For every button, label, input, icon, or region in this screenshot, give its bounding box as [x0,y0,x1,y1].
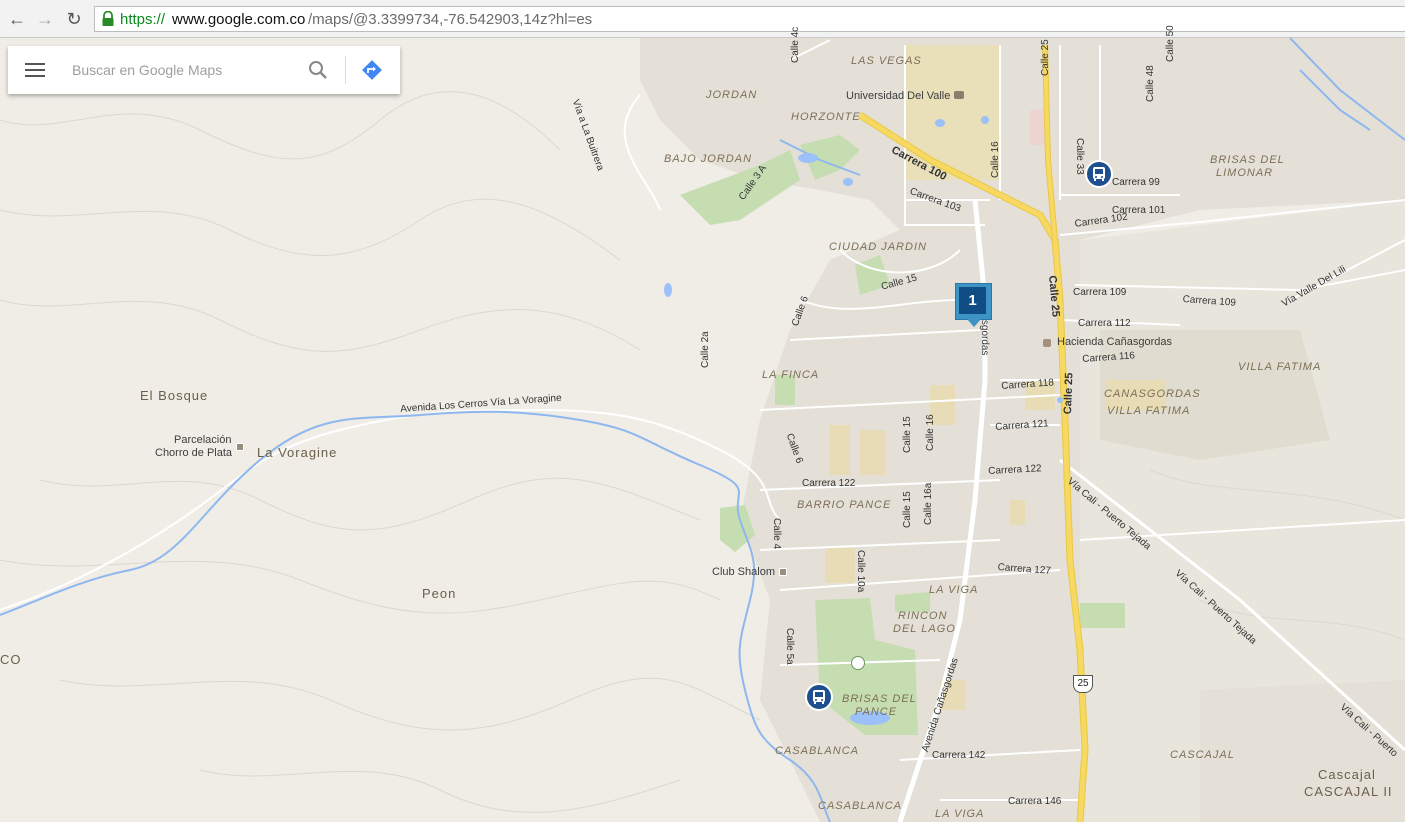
place-rincon: RINCON [898,610,948,622]
landmark-icon [1043,339,1051,347]
back-arrow-icon[interactable]: ← [6,8,28,30]
road-carrera-109: Carrera 109 [1073,287,1127,298]
highway-shield-25: 25 [1073,675,1093,693]
place-bajo-jordan: BAJO JORDAN [664,153,753,165]
lock-icon [102,11,114,26]
place-universidad: Universidad Del Valle [846,90,951,102]
place-peon: Peon [422,586,457,601]
url-host: www.google.com.co [172,11,306,28]
marker-pointer-icon [967,319,981,327]
place-la-voragine: La Voragine [257,445,338,460]
place-canasgordas: CANASGORDAS [1104,388,1201,400]
place-cascajal: CASCAJAL [1170,749,1235,761]
hamburger-menu-icon[interactable] [25,63,45,77]
road-calle-4c: Calle 4c [790,26,801,63]
place-cascajal-2: Cascajal [1318,767,1376,782]
road-calle-15b: Calle 15 [902,416,913,453]
road-calle-50: Calle 50 [1165,25,1176,62]
road-calle-15c: Calle 15 [902,491,913,528]
place-cascajal-ii: CASCAJAL II [1304,784,1393,799]
place-ciudad-jardin: CIUDAD JARDIN [829,241,927,253]
search-panel [8,46,400,94]
road-carrera-146: Carrera 146 [1008,796,1062,807]
place-casablanca: CASABLANCA [775,745,859,757]
search-icon[interactable] [308,60,328,80]
place-barrio-pance: BARRIO PANCE [797,499,892,511]
road-calle-4: Calle 4 [771,518,782,550]
place-parcelacion: Parcelación [174,434,232,446]
place-la-viga: LA VIGA [929,584,979,596]
bus-stop-icon[interactable] [805,683,833,711]
place-la-viga-2: LA VIGA [935,808,985,820]
place-las-vegas: LAS VEGAS [851,55,922,67]
road-calle-2a: Calle 2a [700,331,711,368]
forward-arrow-icon[interactable]: → [34,8,56,30]
search-input[interactable] [60,58,300,82]
place-horzonte: HORZONTE [791,111,861,123]
place-villa-fatima: VILLA FATIMA [1238,361,1322,373]
place-el-bosque: El Bosque [140,388,209,403]
place-brisas-del-pance: BRISAS DEL [842,693,917,705]
place-hacienda: Hacienda Cañasgordas [1057,336,1172,348]
url-path: /maps/@3.3399734,-76.542903,14z?hl=es [308,11,593,28]
url-scheme: https:// [120,11,166,28]
road-carrera-112: Carrera 112 [1078,318,1131,329]
place-del-lago: DEL LAGO [893,623,956,635]
road-calle-48: Calle 48 [1145,65,1156,102]
road-calle-16a: Calle 16a [923,482,934,525]
road-calle-33: Calle 33 [1074,138,1085,175]
university-icon [954,91,964,99]
poi-dot-icon [779,568,787,576]
place-jordan: JORDAN [706,89,758,101]
place-chorro-de-plata: Chorro de Plata [155,447,233,459]
address-bar[interactable]: https:// www.google.com.co /maps/@3.3399… [94,6,1405,32]
place-pance: PANCE [855,706,898,718]
divider [345,56,346,84]
place-casablanca-2: CASABLANCA [818,800,902,812]
marker-label: 1 [959,287,986,314]
reload-icon[interactable]: ↻ [63,8,85,30]
road-calle-16-top: Calle 16 [990,141,1001,178]
road-calle-5a: Calle 5a [784,628,795,665]
road-calle-10a: Calle 10a [855,550,866,593]
map-canvas[interactable]: El Bosque Parcelación Chorro de Plata La… [0,25,1405,822]
place-villa-fatima-2: VILLA FATIMA [1107,405,1191,417]
poi-dot-icon [236,443,244,451]
road-calle-25-b: Calle 25 [1062,372,1076,415]
directions-icon[interactable] [361,59,383,81]
bus-stop-icon[interactable] [1085,160,1113,188]
place-la-finca: LA FINCA [762,369,820,381]
place-limonar: LIMONAR [1216,167,1274,179]
road-carrera-122b: Carrera 122 [802,478,856,489]
road-calle-16b: Calle 16 [925,414,936,451]
road-carrera-142: Carrera 142 [932,750,986,761]
road-calle-25-top: Calle 25 [1040,39,1051,76]
place-brisas-del-limonar: BRISAS DEL [1210,154,1285,166]
golf-icon [851,656,865,670]
map-pin-marker[interactable]: 1 [955,283,993,329]
road-carrera-99: Carrera 99 [1112,177,1160,188]
place-co-edge: CO [0,652,22,667]
browser-toolbar: ← → ↻ https:// www.google.com.co /maps/@… [0,0,1405,38]
place-club-shalom: Club Shalom [712,566,775,578]
